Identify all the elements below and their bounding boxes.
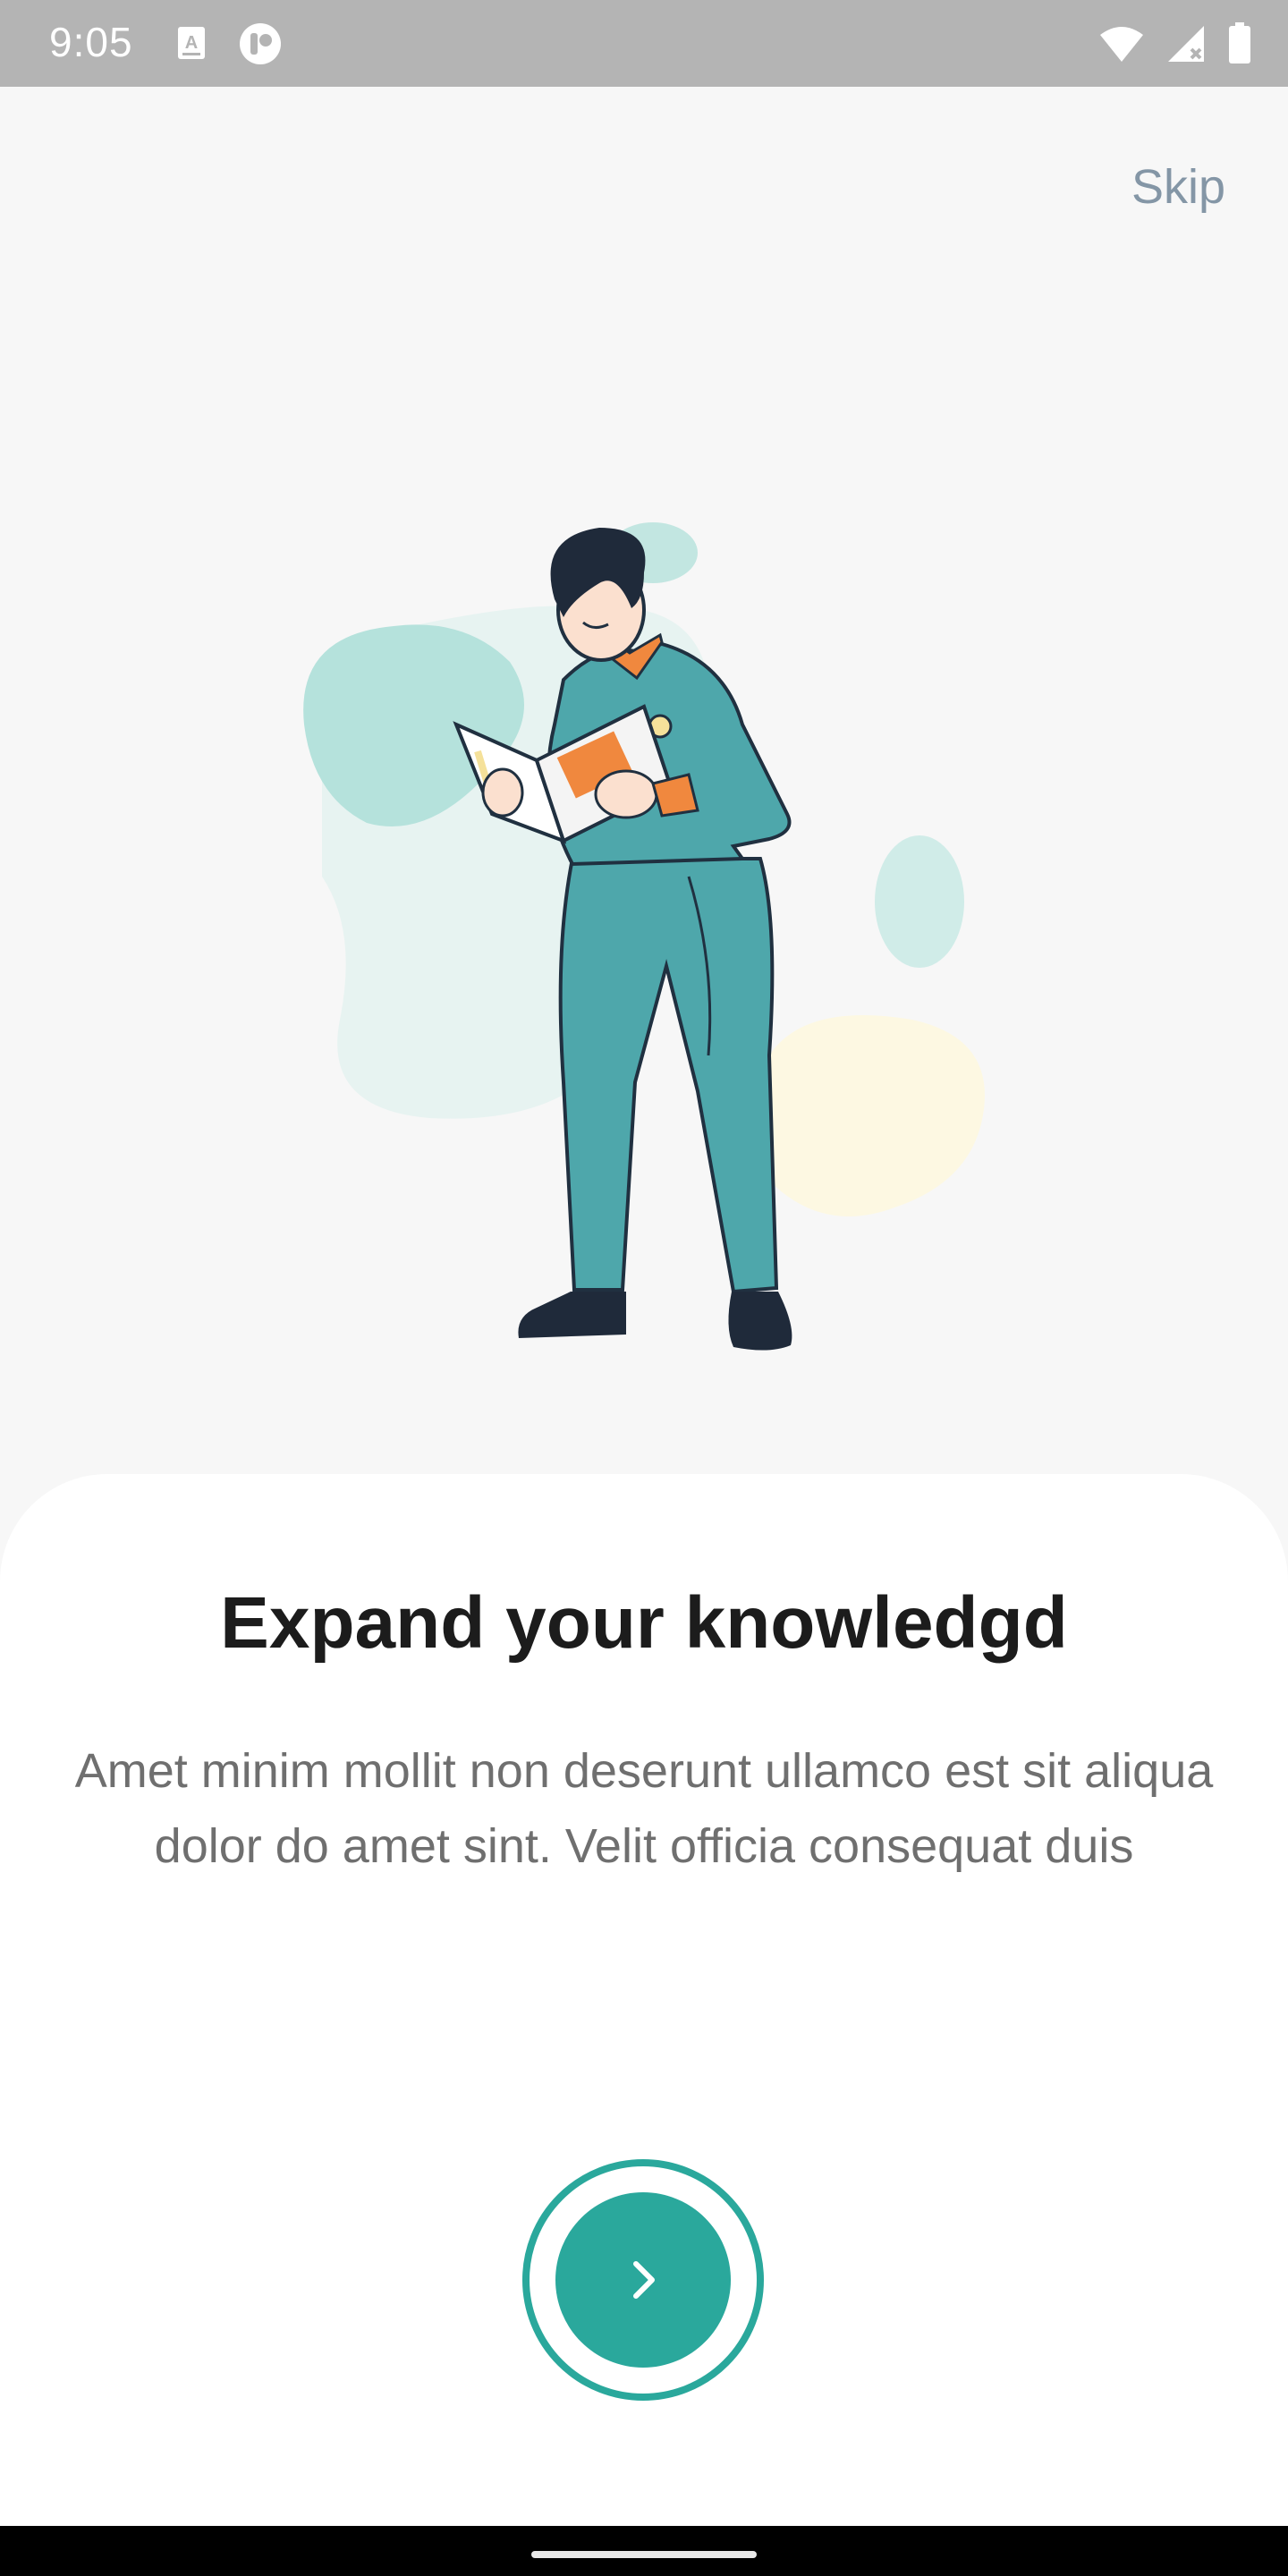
app-p-icon [240, 23, 281, 64]
signal-icon [1168, 26, 1204, 62]
status-time: 9:05 [49, 19, 133, 65]
person-reading-illustration [303, 522, 985, 1351]
home-gesture-handle[interactable] [531, 2551, 757, 2558]
onboarding-title: Expand your knowledgd [220, 1582, 1068, 1664]
system-nav-bar [0, 2526, 1288, 2576]
onboarding-screen: 9:05 A Skip Expand your knowledgd Amet m… [0, 0, 1288, 2576]
keyboard-a-icon: A [178, 27, 205, 59]
status-icons [1098, 21, 1252, 66]
status-bar: 9:05 A [0, 0, 1288, 87]
onboarding-sheet: Expand your knowledgd Amet minim mollit … [0, 1474, 1288, 2526]
svg-text:A: A [185, 33, 198, 53]
chevron-right-icon [633, 2261, 655, 2299]
onboarding-description: Amet minim mollit non deserunt ullamco e… [74, 1744, 1214, 1873]
next-button[interactable] [522, 2159, 764, 2401]
wifi-icon [1100, 27, 1143, 62]
battery-icon [1229, 22, 1250, 64]
skip-button[interactable]: Skip [1131, 159, 1225, 215]
next-button-inner[interactable] [555, 2192, 731, 2368]
